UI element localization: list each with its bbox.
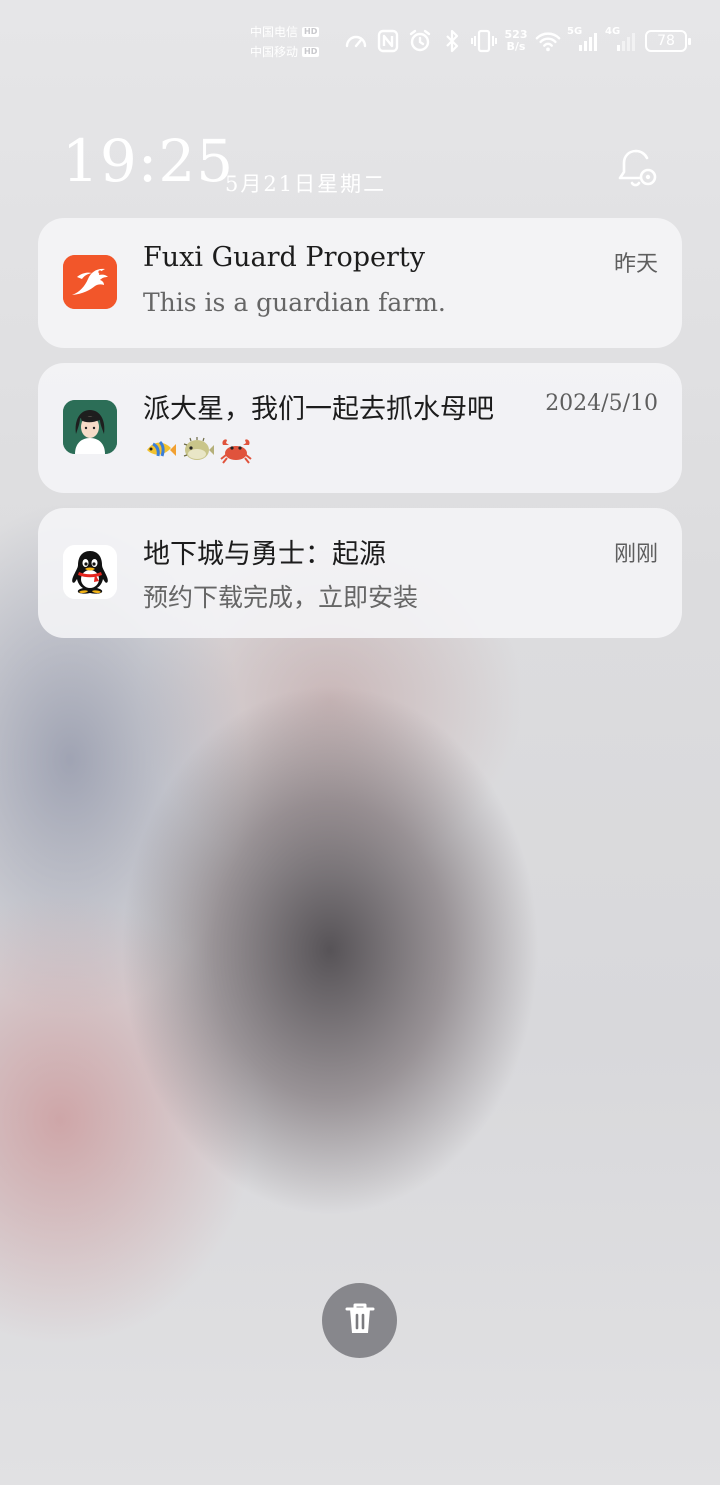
status-icons: 523 B/s 5G 4G 78 — [343, 26, 691, 54]
notification-body — [143, 435, 643, 465]
blowfish-icon — [181, 435, 215, 465]
notification-card-dnf[interactable]: 地下城与勇士：起源 刚刚 预约下载完成，立即安装 — [38, 508, 682, 638]
carrier-row-2: 中国移动 HD — [250, 42, 320, 62]
clear-notifications-button[interactable] — [322, 1283, 397, 1358]
notification-card-message[interactable]: 派大星，我们一起去抓水母吧 2024/5/10 — [38, 363, 682, 493]
carrier-row-1: 中国电信 HD — [250, 22, 320, 42]
alarm-icon — [407, 28, 433, 54]
notification-title: Fuxi Guard Property — [143, 242, 425, 273]
signal-sim2-icon: 4G — [605, 26, 637, 54]
tropical-fish-icon — [143, 435, 177, 465]
notification-body: 预约下载完成，立即安装 — [143, 583, 419, 612]
signal-sim1-icon: 5G — [567, 26, 599, 54]
network-speed: 523 B/s — [503, 29, 529, 53]
crab-icon — [219, 435, 253, 465]
lock-time: 19:25 — [62, 127, 235, 195]
battery-level: 78 — [657, 33, 675, 49]
nfc-icon — [375, 28, 401, 54]
bluetooth-icon — [439, 28, 465, 54]
avatar-girl-icon — [63, 400, 117, 454]
status-bar: 中国电信 HD 中国移动 HD 523 B/s 5G 4G 78 — [0, 18, 720, 68]
notification-title: 地下城与勇士：起源 — [143, 539, 386, 570]
notification-time: 2024/5/10 — [545, 391, 658, 416]
speedometer-icon — [343, 28, 369, 54]
carrier-name: 中国移动 — [250, 45, 299, 59]
notification-card-fuxi-guard[interactable]: Fuxi Guard Property 昨天 This is a guardia… — [38, 218, 682, 348]
hd-badge: HD — [302, 47, 320, 57]
carrier-info: 中国电信 HD 中国移动 HD — [250, 22, 320, 62]
sim1-label: 5G — [567, 26, 583, 37]
wifi-icon — [535, 28, 561, 54]
notification-time: 刚刚 — [613, 542, 658, 567]
lock-date: 5月21日星期二 — [225, 172, 387, 196]
hd-badge: HD — [302, 27, 320, 37]
sim2-label: 4G — [605, 26, 621, 37]
fuxi-guard-app-icon — [63, 255, 117, 309]
trash-icon — [343, 1301, 377, 1341]
qq-penguin-icon — [63, 545, 117, 599]
notification-title: 派大星，我们一起去抓水母吧 — [143, 394, 494, 425]
notification-settings-icon[interactable] — [614, 146, 660, 192]
battery-indicator: 78 — [645, 30, 691, 52]
notification-time: 昨天 — [613, 252, 658, 277]
net-speed-unit: B/s — [506, 40, 526, 53]
vibrate-icon — [471, 28, 497, 54]
notification-body: This is a guardian farm. — [143, 288, 446, 317]
carrier-name: 中国电信 — [250, 25, 299, 39]
